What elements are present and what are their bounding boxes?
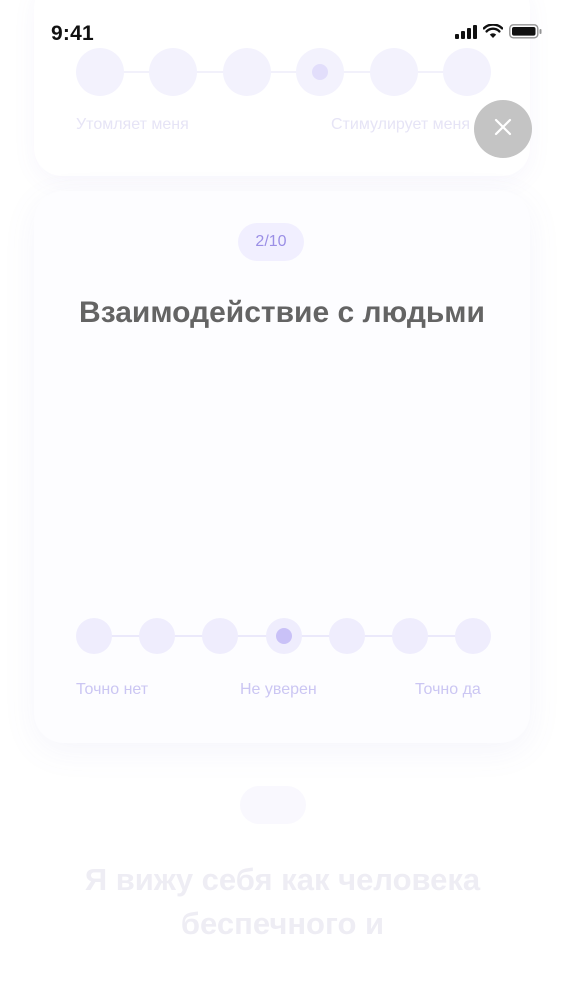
question-counter-badge: 2/10: [238, 223, 304, 261]
scale-option-2[interactable]: [139, 618, 175, 654]
cellular-signal-icon: [455, 24, 477, 44]
next-question-counter-badge: [240, 786, 306, 824]
scale-option-6[interactable]: [392, 618, 428, 654]
next-question-title: Я вижу себя как человека беспечного и: [84, 862, 481, 941]
scale-middle-label: Не уверен: [240, 681, 317, 698]
close-icon: [493, 117, 513, 142]
previous-right-label: Стимулирует меня: [331, 116, 470, 133]
scale-left-label: Точно нет: [76, 681, 149, 698]
scale-option-4-selected[interactable]: [266, 618, 302, 654]
scale-option-5[interactable]: [329, 618, 365, 654]
close-button[interactable]: [474, 100, 532, 158]
scale-option-1[interactable]: [76, 618, 112, 654]
question-card: 2/10 Взаимодействие с людьми Точно нет Н…: [34, 191, 530, 743]
wifi-icon: [482, 23, 504, 44]
scale-option-3[interactable]: [202, 618, 238, 654]
next-question-card: Я вижу себя как человека беспечного и: [0, 760, 565, 989]
status-time: 9:41: [51, 22, 94, 45]
status-icons: [455, 23, 543, 44]
previous-left-label: Утомляет меня: [76, 116, 189, 133]
status-bar: 9:41: [0, 0, 565, 60]
scale-right-label: Точно да: [415, 681, 481, 698]
battery-icon: [509, 24, 543, 44]
scale-option-7[interactable]: [455, 618, 491, 654]
question-title: Взаимодействие с людьми: [79, 296, 485, 329]
answer-scale: [76, 618, 491, 654]
